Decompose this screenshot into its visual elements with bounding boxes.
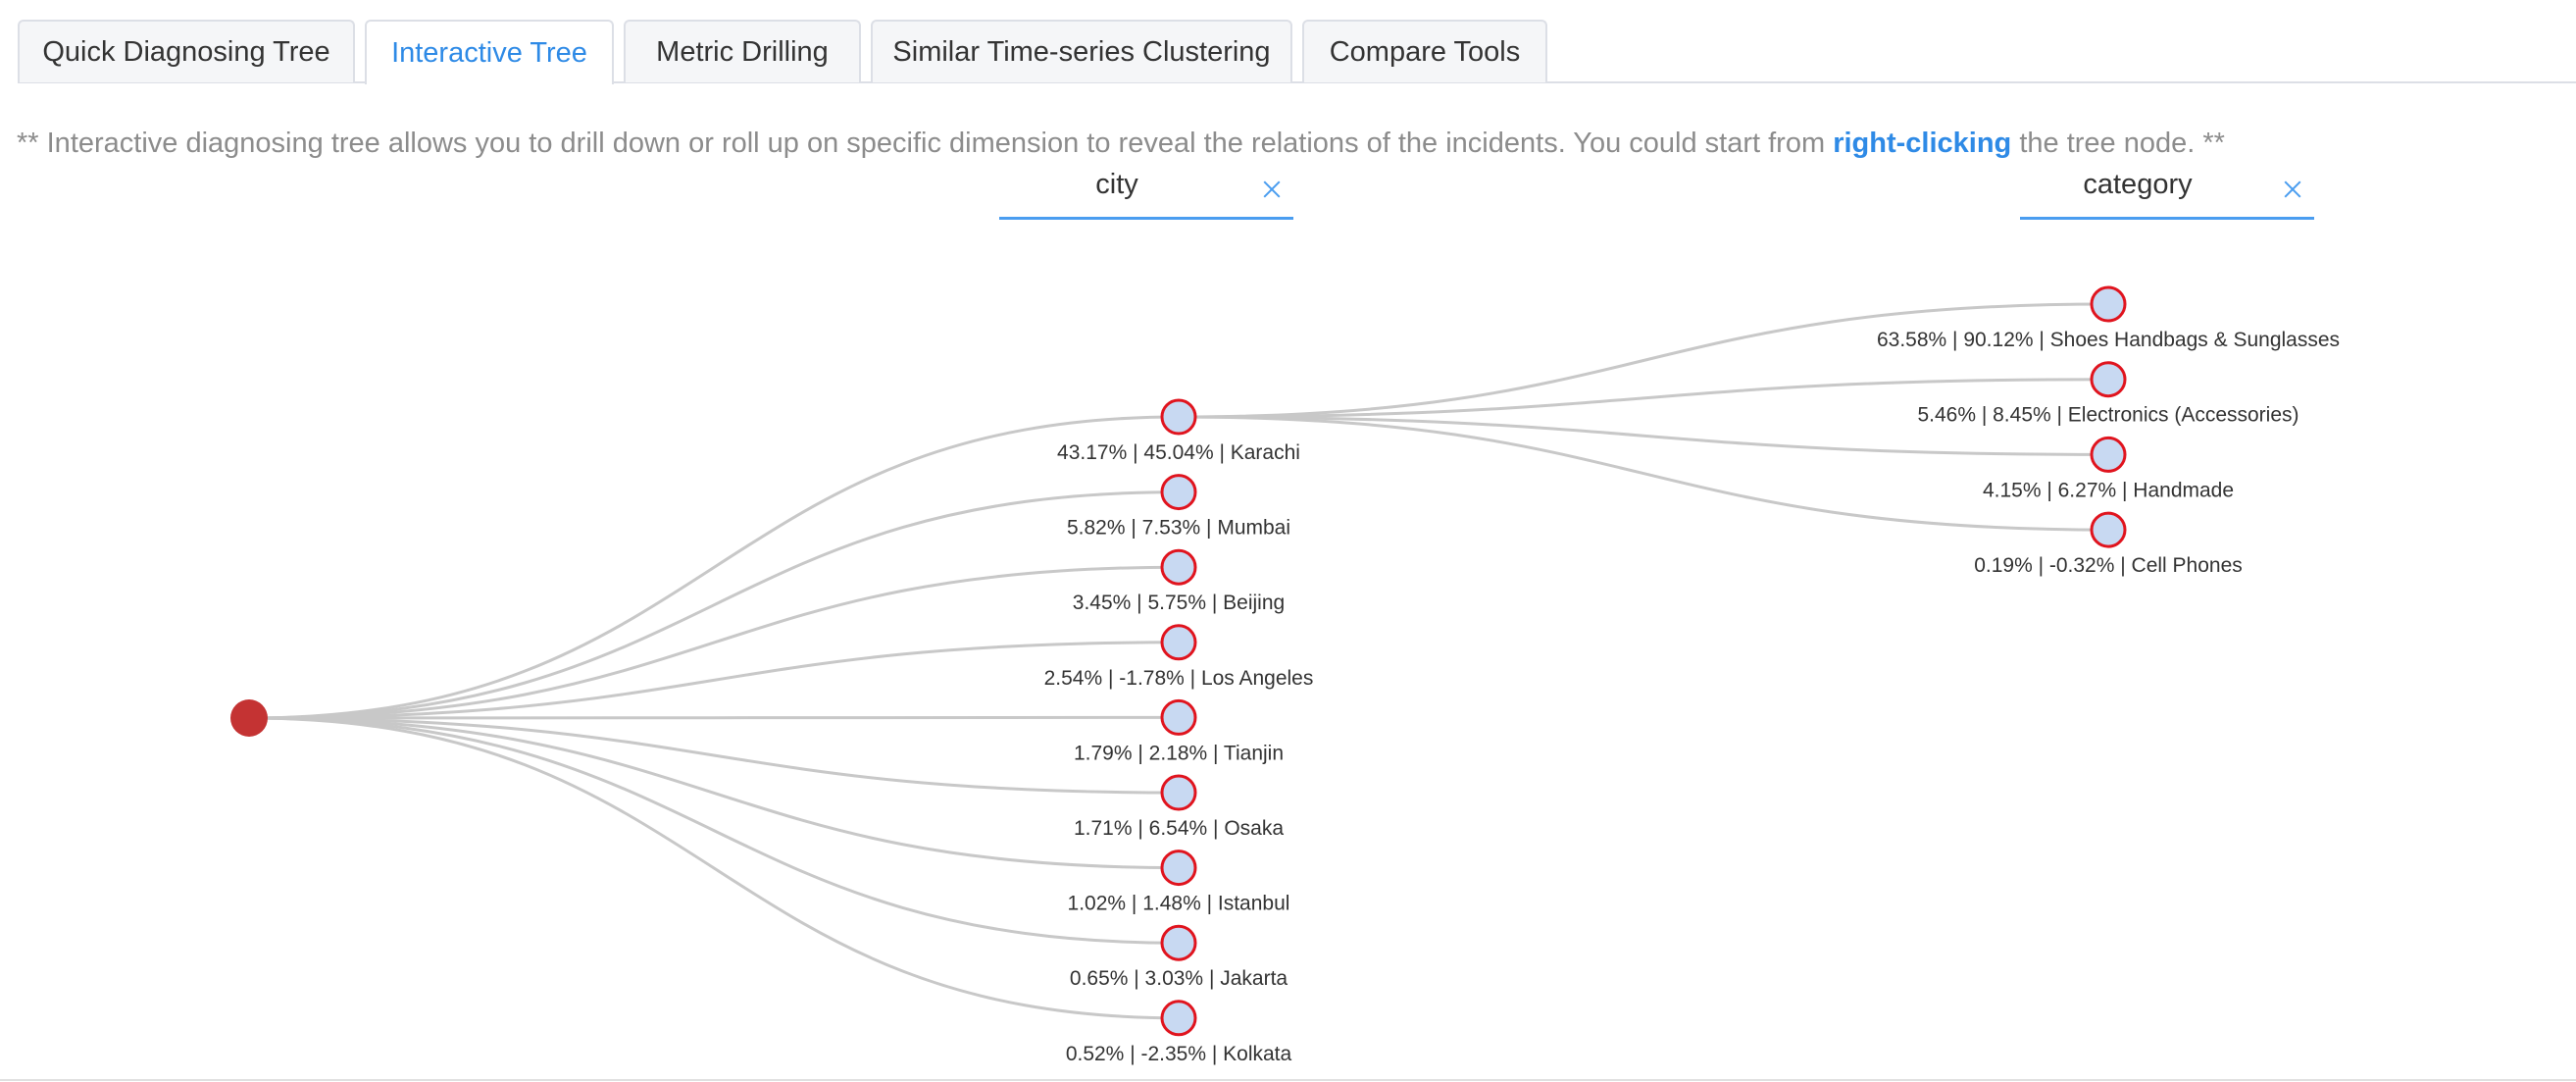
tree-node[interactable]: [1160, 1000, 1197, 1037]
tree-node-label: 43.17% | 45.04% | Karachi: [1057, 441, 1300, 464]
tree-link: [248, 716, 1180, 870]
tree-link: [1178, 415, 2109, 532]
tree-node[interactable]: [2090, 361, 2127, 398]
tree-link: [248, 490, 1180, 720]
tab-interactive-tree[interactable]: Interactive Tree: [365, 20, 614, 84]
tree-node-label: 0.65% | 3.03% | Jakarta: [1070, 967, 1288, 990]
tree-node-label: 5.46% | 8.45% | Electronics (Accessories…: [1917, 404, 2298, 427]
tree-node-label: 0.52% | -2.35% | Kolkata: [1066, 1043, 1292, 1065]
tree-node[interactable]: [1160, 398, 1197, 436]
diagnosing-tree: 43.17% | 45.04% | Karachi 5.82% | 7.53% |…: [230, 285, 2340, 1065]
tree-node[interactable]: [1160, 474, 1197, 511]
tree-link: [248, 415, 1180, 720]
root-node[interactable]: [230, 699, 268, 737]
tree-node-label: 4.15% | 6.27% | Handmade: [1983, 479, 2234, 501]
tree-link: [248, 565, 1180, 720]
tree-node[interactable]: [2090, 436, 2127, 473]
tree-link: [248, 716, 1180, 945]
tree-node[interactable]: [1160, 548, 1197, 586]
tree-link: [1178, 302, 2109, 419]
tree-node-label: 1.79% | 2.18% | Tianjin: [1074, 742, 1284, 764]
bottom-divider: [0, 1079, 2576, 1081]
tree-link: [248, 715, 1180, 720]
tree-link: [248, 716, 1180, 1020]
tree-node-label: 1.02% | 1.48% | Istanbul: [1068, 893, 1290, 915]
tree-node-label: 2.54% | -1.78% | Los Angeles: [1044, 667, 1314, 690]
tree-node[interactable]: [2090, 285, 2127, 323]
tree-node[interactable]: [1160, 850, 1197, 887]
tree-node-label: 0.19% | -0.32% | Cell Phones: [1974, 554, 2243, 577]
tree-node-label: 63.58% | 90.12% | Shoes Handbags & Sungl…: [1877, 329, 2340, 351]
tree-node[interactable]: [1160, 624, 1197, 661]
tree-node-label: 1.71% | 6.54% | Osaka: [1074, 817, 1284, 840]
tree-node[interactable]: [1160, 774, 1197, 811]
tree-node[interactable]: [1160, 924, 1197, 961]
tree-node[interactable]: [2090, 511, 2127, 548]
tree-node-label: 3.45% | 5.75% | Beijing: [1073, 592, 1285, 614]
tree-node-label: 5.82% | 7.53% | Mumbai: [1067, 517, 1290, 540]
tree-node[interactable]: [1160, 698, 1197, 736]
